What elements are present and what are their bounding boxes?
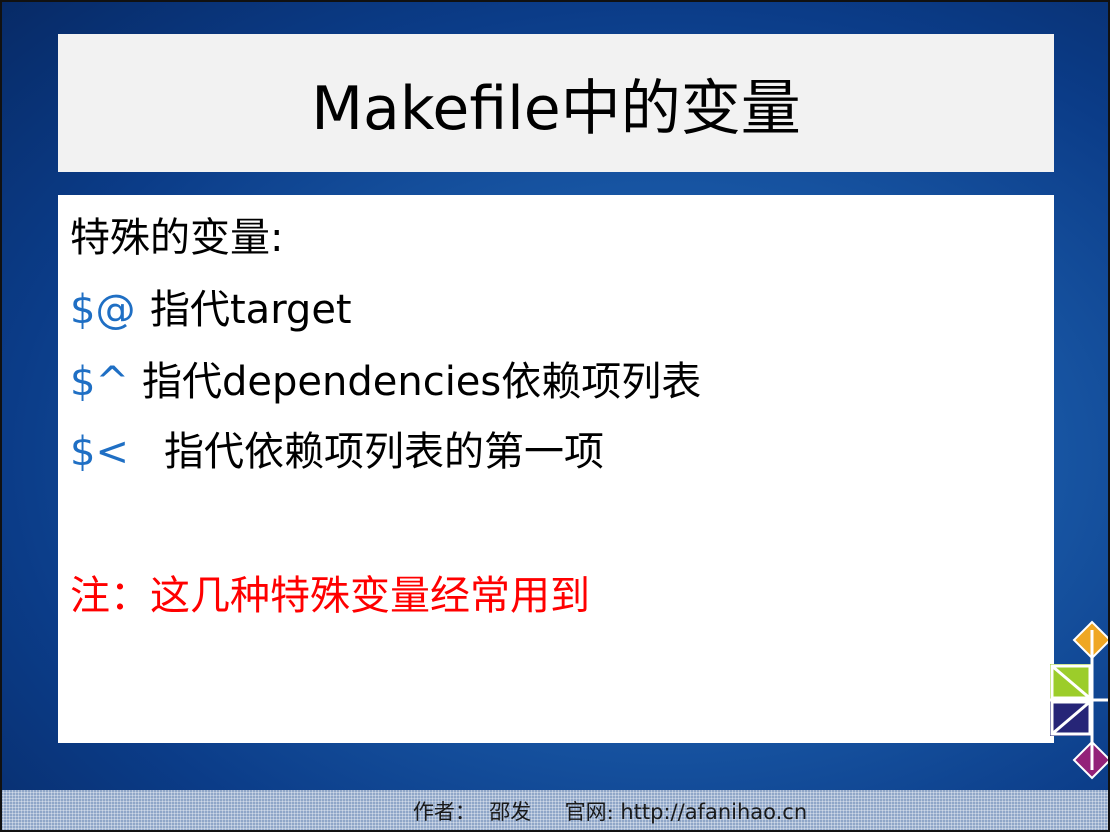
description-dependencies: 指代dependencies依赖项列表 (142, 359, 702, 405)
symbol-caret: $^ (70, 359, 129, 405)
title-box: Makefile中的变量 (58, 34, 1054, 172)
content-box: 特殊的变量: $@ 指代target $^ 指代dependencies依赖项列表 … (58, 195, 1054, 743)
centos-logo-icon (1042, 620, 1110, 780)
symbol-less-than: $< (70, 429, 129, 475)
heading-text: 特殊的变量: (70, 215, 284, 261)
site-url[interactable]: http://afanihao.cn (620, 800, 807, 824)
footer-text: 作者： 邵发 官网: http://afanihao.cn (413, 796, 807, 826)
heading-line: 特殊的变量: (70, 205, 283, 263)
description-first-dependency: 指代依赖项列表的第一项 (164, 429, 604, 475)
bullet-line-dependencies: $^ 指代dependencies依赖项列表 (70, 349, 701, 407)
slide: Makefile中的变量 特殊的变量: $@ 指代target $^ 指代depen… (0, 0, 1110, 832)
note-line: 注：这几种特殊变量经常用到 (70, 563, 590, 621)
description-target: 指代target (150, 287, 352, 333)
site-label: 官网: (564, 800, 614, 824)
symbol-at: $@ (70, 287, 136, 333)
bullet-line-target: $@ 指代target (70, 277, 352, 335)
note-text: 注：这几种特殊变量经常用到 (70, 573, 590, 619)
author-name: 邵发 (489, 800, 532, 824)
slide-title: Makefile中的变量 (311, 73, 801, 144)
author-label: 作者： (412, 800, 476, 824)
bullet-line-first-dependency: $< 指代依赖项列表的第一项 (70, 419, 604, 477)
footer: 作者： 邵发 官网: http://afanihao.cn (0, 790, 1110, 832)
